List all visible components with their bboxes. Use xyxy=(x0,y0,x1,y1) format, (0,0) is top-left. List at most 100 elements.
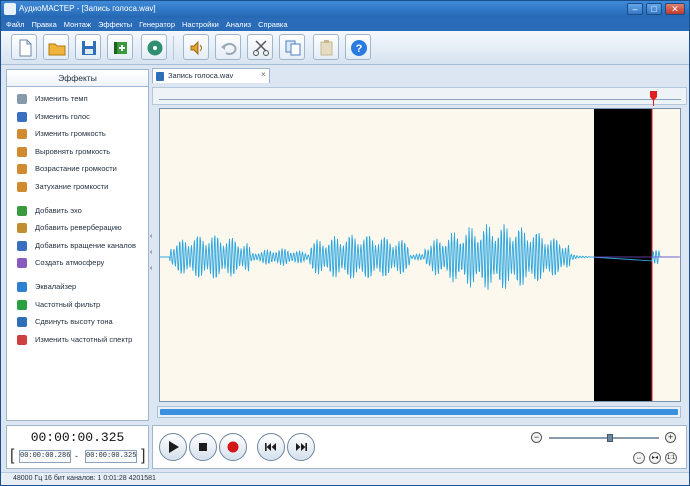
speaker-icon xyxy=(17,129,27,139)
waveform-canvas xyxy=(160,109,680,401)
selection-start-field[interactable]: 00:00:00.286 xyxy=(19,450,71,463)
copy-button[interactable] xyxy=(279,34,305,60)
rewind-button[interactable] xyxy=(257,433,285,461)
import-disc-button[interactable] xyxy=(141,34,167,60)
timeline-ruler[interactable] xyxy=(152,87,687,106)
effect-item[interactable]: Эквалайзер xyxy=(15,281,149,294)
menu-generator[interactable]: Генератор xyxy=(134,18,177,29)
zoom-reset-button[interactable]: 1:1 xyxy=(665,452,677,464)
zoom-slider-thumb[interactable] xyxy=(607,434,613,442)
horizontal-scrollbar[interactable] xyxy=(157,406,681,418)
menu-montage[interactable]: Монтаж xyxy=(59,18,93,29)
app-logo-icon xyxy=(4,3,16,15)
selection-region[interactable] xyxy=(594,109,652,401)
echo-icon xyxy=(17,206,27,216)
tab-close-button[interactable]: × xyxy=(261,70,266,79)
effect-label: Изменить голос xyxy=(35,112,90,121)
svg-text:?: ? xyxy=(356,43,363,55)
add-clip-icon xyxy=(114,42,127,54)
speaker-icon xyxy=(190,40,202,56)
undo-button[interactable] xyxy=(215,34,241,60)
menu-analysis[interactable]: Анализ xyxy=(221,18,253,29)
cut-icon xyxy=(253,40,269,56)
record-icon xyxy=(227,441,239,453)
status-bar: 48000 Гц 16 бит каналов: 1 0:01:28 42015… xyxy=(1,472,689,485)
maximize-button[interactable]: □ xyxy=(646,3,662,15)
time-panel: 00:00:00.325 [ 00:00:00.286 - 00:00:00.3… xyxy=(6,425,149,469)
menu-file[interactable]: Файл xyxy=(1,18,26,29)
zoom-selection-icon[interactable]: ▸◂ xyxy=(649,452,661,464)
equalizer-icon xyxy=(17,282,27,292)
editor-area xyxy=(152,83,687,422)
effect-item[interactable]: Затухание громкости xyxy=(15,181,149,194)
effect-item[interactable]: Изменить голос xyxy=(15,111,149,124)
app-window: АудиоМАСТЕР - [Запись голоса.wav] – □ ✕ … xyxy=(0,0,690,486)
effect-item[interactable]: Частотный фильтр xyxy=(15,299,149,312)
rewind-icon xyxy=(265,443,276,451)
effect-item[interactable]: Создать атмосферу xyxy=(15,257,149,270)
effect-label: Изменить громкость xyxy=(35,129,106,138)
effect-item[interactable]: Сдвинуть высоту тона xyxy=(15,316,149,329)
scrollbar-thumb[interactable] xyxy=(160,409,678,415)
zoom-out-button[interactable]: − xyxy=(531,432,542,443)
close-button[interactable]: ✕ xyxy=(665,3,685,15)
import-disc-icon xyxy=(147,40,163,56)
menu-help[interactable]: Справка xyxy=(253,18,289,29)
effect-item[interactable]: Изменить частотный спектр xyxy=(15,334,149,347)
speaker-button[interactable] xyxy=(183,34,209,60)
time-dash: - xyxy=(75,451,78,461)
reverb-icon xyxy=(17,223,27,233)
timeline-line xyxy=(159,99,681,100)
cut-button[interactable] xyxy=(247,34,273,60)
stop-icon xyxy=(199,443,207,451)
zoom-slider-track[interactable] xyxy=(549,437,659,439)
record-button[interactable] xyxy=(219,433,247,461)
title-bar: АудиоМАСТЕР - [Запись голоса.wav] – □ ✕ xyxy=(1,1,689,18)
effect-label: Сдвинуть высоту тона xyxy=(35,317,113,326)
effect-item[interactable]: Добавить реверберацию xyxy=(15,222,149,235)
zoom-in-button[interactable]: + xyxy=(665,432,676,443)
effect-label: Изменить темп xyxy=(35,94,88,103)
effect-label: Изменить частотный спектр xyxy=(35,335,133,344)
add-clip-button[interactable] xyxy=(107,34,133,60)
effect-item[interactable]: Возрастание громкости xyxy=(15,163,149,176)
fit-width-icon[interactable]: ↔ xyxy=(633,452,645,464)
effect-item[interactable]: Добавить вращение каналов xyxy=(15,240,149,253)
copy-icon xyxy=(285,40,301,56)
save-icon xyxy=(82,41,96,55)
stop-button[interactable] xyxy=(189,433,217,461)
tab-label: Запись голоса.wav xyxy=(168,71,234,80)
save-button[interactable] xyxy=(75,34,101,60)
effect-item[interactable]: Изменить темп xyxy=(15,93,149,106)
pitch-icon xyxy=(17,317,27,327)
effect-label: Частотный фильтр xyxy=(35,300,101,309)
effect-item[interactable]: Выровнять громкость xyxy=(15,146,149,159)
open-folder-icon xyxy=(48,43,66,56)
effect-label: Добавить реверберацию xyxy=(35,223,122,232)
effect-label: Создать атмосферу xyxy=(35,258,105,267)
effect-item[interactable]: Добавить эхо xyxy=(15,205,149,218)
waveform-view[interactable] xyxy=(159,108,681,402)
effect-label: Эквалайзер xyxy=(35,282,77,291)
selection-end-field[interactable]: 00:00:00.325 xyxy=(85,450,137,463)
menu-effects[interactable]: Эффекты xyxy=(93,18,134,29)
tab-file[interactable]: Запись голоса.wav × xyxy=(152,68,270,83)
minimize-button[interactable]: – xyxy=(627,3,643,15)
play-button[interactable] xyxy=(159,433,187,461)
filter-icon xyxy=(17,300,27,310)
transport-panel: − + ↔ ▸◂ 1:1 xyxy=(152,425,687,469)
new-file-button[interactable] xyxy=(11,34,37,60)
playhead-marker-icon[interactable] xyxy=(650,91,657,106)
paste-icon xyxy=(320,40,333,56)
paste-button[interactable] xyxy=(313,34,339,60)
effect-item[interactable]: Изменить громкость xyxy=(15,128,149,141)
menu-settings[interactable]: Настройки xyxy=(177,18,221,29)
help-button[interactable]: ? xyxy=(345,34,371,60)
audio-file-icon xyxy=(156,72,164,81)
open-button[interactable] xyxy=(43,34,69,60)
effects-panel-header: Эффекты xyxy=(7,70,148,87)
menu-edit[interactable]: Правка xyxy=(26,18,58,29)
forward-button[interactable] xyxy=(287,433,315,461)
speaker-level-icon xyxy=(17,147,27,157)
bracket-right: ] xyxy=(141,447,146,464)
